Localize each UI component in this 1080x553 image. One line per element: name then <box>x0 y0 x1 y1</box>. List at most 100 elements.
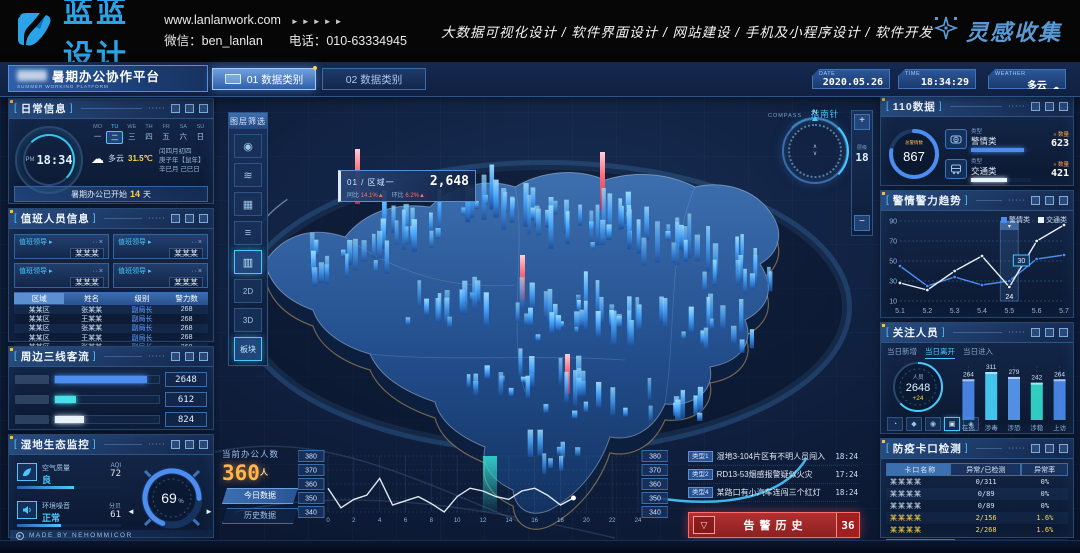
history-data-button[interactable]: 历史数据 <box>222 508 298 524</box>
data110-item: 类型交通类» 数量421 <box>945 154 1069 184</box>
zoom-in-button[interactable]: + <box>854 114 870 130</box>
checkpoint-ratio: 2/268 <box>951 526 1022 534</box>
alarm-item[interactable]: 类型4某路口有小汽车连闯三个红灯18:24 <box>688 484 858 502</box>
duty-leader-card[interactable]: 值班领导▸··×某某某 <box>113 234 208 259</box>
map-bar <box>473 374 478 396</box>
weekday-cn[interactable]: 五 <box>158 131 175 144</box>
collapse-icon[interactable] <box>1031 328 1040 337</box>
weekday-cn[interactable]: 日 <box>192 131 209 144</box>
mode-3d-button[interactable]: 3D <box>234 308 262 332</box>
compass: COMPASS 指南针 N ∧∨ <box>768 104 864 188</box>
checkpoint-ratio: 2/156 <box>951 514 1022 522</box>
pin-icon[interactable] <box>185 352 194 361</box>
weekday-cn[interactable]: 一 <box>89 131 106 144</box>
camera-icon-button[interactable]: ◉ <box>234 134 262 158</box>
map-bar <box>341 250 346 258</box>
expand-icon[interactable] <box>199 352 208 361</box>
list-icon-button[interactable]: ≡ <box>234 221 262 245</box>
focus-filter-icon[interactable]: ◆ <box>906 417 922 431</box>
weekday-cn[interactable]: 三 <box>123 131 140 144</box>
table-row[interactable]: 某某区王某某副局长268 <box>14 314 208 323</box>
checkpoint-col-header[interactable]: 异常/已检测 <box>950 463 1021 476</box>
table-row[interactable]: 某某区张某某副局长268 <box>14 324 208 333</box>
today-data-button[interactable]: 今日数据 <box>222 488 298 504</box>
collapse-icon[interactable] <box>171 214 180 223</box>
item-bar-track <box>971 148 1031 152</box>
signal-icon-button[interactable]: ≋ <box>234 163 262 187</box>
table-row[interactable]: 某某某某2/2681.6% <box>886 524 1068 536</box>
duty-col-header[interactable]: 级别 <box>119 293 166 304</box>
duty-col-header[interactable]: 区域 <box>14 293 64 304</box>
map-bar <box>484 292 489 327</box>
pin-icon[interactable] <box>1045 444 1054 453</box>
panel-bracket-left: [ <box>14 213 18 224</box>
expand-icon[interactable] <box>199 440 208 449</box>
tab-data-category-2[interactable]: 02 数据类别 <box>322 68 426 90</box>
compass-ring[interactable]: N ∧∨ <box>782 118 848 184</box>
checkpoint-col-header[interactable]: 异常率 <box>1021 463 1068 476</box>
website-link[interactable]: www.lanlanwork.com <box>164 13 281 27</box>
collapse-icon[interactable] <box>1031 444 1040 453</box>
zoom-out-button[interactable]: − <box>854 215 870 231</box>
duty-leader-card[interactable]: 值班领导▸··×某某某 <box>113 263 208 288</box>
pin-icon[interactable] <box>1045 102 1054 111</box>
collapse-icon[interactable] <box>171 352 180 361</box>
pin-icon[interactable] <box>1045 196 1054 205</box>
chart-text: +24 <box>912 395 923 402</box>
collapse-icon[interactable] <box>1031 196 1040 205</box>
table-row[interactable]: 某某区张某某副局长268 <box>14 305 208 314</box>
close-icon[interactable]: ··× <box>92 268 104 275</box>
close-icon[interactable]: ··× <box>191 239 203 246</box>
weekday-cn[interactable]: 四 <box>140 131 157 144</box>
expand-icon[interactable] <box>1059 444 1068 453</box>
legend-item[interactable]: 交通类 <box>1038 215 1067 225</box>
gauge-next-arrow[interactable]: ► <box>205 507 213 516</box>
pin-icon[interactable] <box>1045 328 1054 337</box>
table-row[interactable]: 某某区王某某副局长268 <box>14 333 208 342</box>
weekday-cn[interactable]: 二 <box>106 131 123 144</box>
weekday-cn[interactable]: 六 <box>175 131 192 144</box>
table-row[interactable]: 某某某某0/890% <box>886 488 1068 500</box>
map-zoom-control: + 层级 18 − <box>851 110 873 236</box>
legend-item[interactable]: 警情类 <box>1001 215 1030 225</box>
expand-icon[interactable] <box>1059 102 1068 111</box>
table-row[interactable]: 某某某某2/1561.6% <box>886 512 1068 524</box>
mode-2d-button[interactable]: 2D <box>234 279 262 303</box>
collapse-icon[interactable] <box>171 104 180 113</box>
pin-icon[interactable] <box>185 214 194 223</box>
expand-icon[interactable] <box>1059 328 1068 337</box>
collapse-icon[interactable] <box>171 440 180 449</box>
mode-plate-button[interactable]: 板块 <box>234 337 262 361</box>
inspiration-collect[interactable]: 灵感收集 <box>933 15 1062 47</box>
checkpoint-ratio: 0/311 <box>951 478 1022 486</box>
alarm-item[interactable]: 类型1湿地3-104片区有不明人员闯入18:24 <box>688 448 858 466</box>
duty-col-header[interactable]: 警力数 <box>165 293 208 304</box>
close-icon[interactable]: ··× <box>191 268 203 275</box>
bar-chart-icon-button[interactable]: ▥ <box>234 250 262 274</box>
tab-data-category-1[interactable]: 01 数据类别 <box>212 68 316 90</box>
alarm-history-banner[interactable]: ▽ 告警历史 36 <box>688 512 860 538</box>
pin-icon[interactable] <box>185 440 194 449</box>
focus-filter-icon[interactable]: ◉ <box>925 417 941 431</box>
duty-leader-card[interactable]: 值班领导▸··×某某某 <box>14 234 109 259</box>
alarm-item[interactable]: 类型2RD13-53烟感报警疑似火灾17:24 <box>688 466 858 484</box>
alarm-history-count: 36 <box>836 513 859 537</box>
focus-filter-icon[interactable]: ◔ <box>887 417 903 431</box>
collapse-icon[interactable] <box>1031 102 1040 111</box>
expand-icon[interactable] <box>199 104 208 113</box>
grid-icon-button[interactable]: ▦ <box>234 192 262 216</box>
panel-header-line <box>104 218 142 219</box>
duty-col-header[interactable]: 姓名 <box>64 293 118 304</box>
pin-icon[interactable] <box>185 104 194 113</box>
expand-icon[interactable] <box>1059 196 1068 205</box>
map-bar <box>693 395 697 414</box>
time-chip: TIME 18:34:29 <box>898 69 976 89</box>
checkpoint-col-header[interactable]: 卡口名称 <box>886 463 950 476</box>
duty-leader-card[interactable]: 值班领导▸··×某某某 <box>14 263 109 288</box>
table-row[interactable]: 某某某某0/890% <box>886 500 1068 512</box>
expand-icon[interactable] <box>199 214 208 223</box>
phone-label: 电话：010-63334945 <box>289 34 407 48</box>
gauge-prev-arrow[interactable]: ◄ <box>127 507 135 516</box>
table-row[interactable]: 某某某某0/3110% <box>886 476 1068 488</box>
close-icon[interactable]: ··× <box>92 239 104 246</box>
